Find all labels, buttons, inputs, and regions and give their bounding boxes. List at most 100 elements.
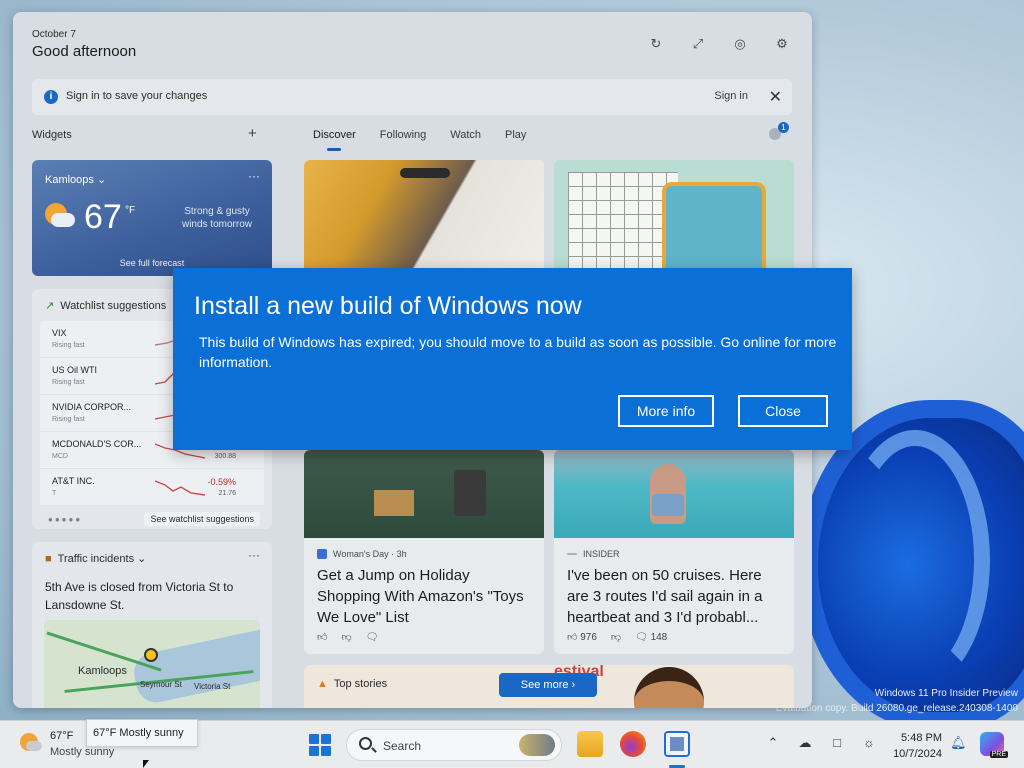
profile-button[interactable]: 1 (765, 122, 789, 144)
evaluation-watermark: Windows 11 Pro Insider Preview Evaluatio… (776, 686, 1018, 716)
like-icon[interactable]: 👍︎ (317, 631, 327, 643)
more-icon[interactable]: ··· (248, 169, 260, 183)
firefox-icon[interactable] (620, 731, 646, 757)
weather-forecast-link[interactable]: See full forecast (32, 258, 272, 268)
dialog-title: Install a new build of Windows now (194, 292, 582, 320)
traffic-widget: ■ Traffic incidents ⌄ ··· 5th Ave is clos… (32, 542, 272, 708)
watchlist-link[interactable]: See watchlist suggestions (144, 512, 260, 526)
publisher-logo-icon (567, 553, 577, 555)
clock[interactable]: 5:48 PM 10/7/2024 (880, 730, 942, 762)
expand-icon[interactable]: ⤢ (690, 36, 706, 52)
cloud-offline-icon[interactable]: ☁ (796, 735, 814, 751)
incident-pin-icon[interactable] (144, 648, 158, 662)
gear-icon[interactable]: ⚙ (774, 36, 790, 52)
pager-dots[interactable]: ●●●●● (48, 515, 82, 524)
more-info-button[interactable]: More info (618, 395, 714, 427)
weather-unit: °F (125, 205, 136, 216)
traffic-title: ■ Traffic incidents ⌄ (45, 553, 147, 565)
pin-icon[interactable]: ◎ (732, 36, 748, 52)
stock-name: NVIDIA CORPOR... (52, 402, 132, 412)
news-card[interactable]: INSIDER I've been on 50 cruises. Here ar… (554, 450, 794, 654)
preview-badge: PRE (989, 751, 1008, 758)
taskbar-weather-condition[interactable]: Mostly sunny (50, 746, 114, 758)
tab-watch[interactable]: Watch (450, 129, 481, 141)
close-icon[interactable]: ✕ (769, 87, 782, 107)
map-label-city: Kamloops (78, 665, 127, 677)
chevron-up-icon[interactable]: ⌃ (764, 735, 782, 751)
signin-banner: i Sign in to save your changes Sign in ✕ (32, 79, 792, 115)
weather-icon[interactable] (20, 733, 42, 755)
dislike-icon[interactable]: 👎︎ (611, 631, 621, 643)
watchlist-title: ↗ Watchlist suggestions (45, 299, 167, 313)
card-reactions: 👍︎ 👎︎ 🗨︎ (317, 631, 379, 644)
search-box[interactable]: Search (346, 729, 562, 761)
traffic-map[interactable]: Kamloops Seymour St Victoria St (44, 620, 260, 708)
table-row[interactable]: AT&T INC. T -0.59% 21.76 (40, 469, 264, 506)
top-stories-bar: ▲Top stories estival See more › (304, 665, 794, 708)
comment-icon[interactable]: 🗨︎ 148 (635, 632, 667, 643)
stock-price: 21.76 (218, 490, 236, 497)
partly-sunny-icon (45, 203, 75, 233)
stock-sub: MCD (52, 453, 68, 460)
bell-icon[interactable]: 🔔︎ (950, 735, 967, 751)
stock-price: 300.88 (214, 453, 236, 460)
stock-sub: Rising fast (52, 379, 85, 386)
stock-sub: Rising fast (52, 342, 85, 349)
comment-icon[interactable]: 🗨︎ (366, 632, 379, 643)
see-more-button[interactable]: See more › (499, 673, 597, 697)
feed-tabs: Discover Following Watch Play (313, 129, 526, 151)
top-stories-label: ▲ Top stories (317, 678, 388, 690)
dislike-icon[interactable]: 👎︎ (341, 631, 351, 643)
watermark-line1: Windows 11 Pro Insider Preview (874, 688, 1018, 699)
file-explorer-icon[interactable] (577, 731, 603, 757)
stock-change: -0.59% (207, 477, 236, 487)
publisher-logo-icon (317, 549, 327, 559)
more-icon[interactable]: ··· (248, 548, 260, 562)
news-card[interactable] (304, 160, 544, 280)
weather-desc: Strong & gusty winds tomorrow (181, 206, 253, 230)
tab-play[interactable]: Play (505, 129, 526, 141)
close-button[interactable]: Close (738, 395, 828, 427)
news-card[interactable]: Woman's Day · 3h Get a Jump on Holiday S… (304, 450, 544, 654)
terminal-icon[interactable] (664, 731, 690, 757)
add-widget-icon[interactable]: + (248, 125, 257, 142)
board-greeting: Good afternoon (32, 43, 137, 60)
weather-widget[interactable]: Kamloops ⌄ ··· 67 °F Strong & gusty wind… (32, 160, 272, 276)
signin-link[interactable]: Sign in (714, 90, 748, 102)
stock-name: MCDONALD'S COR... (52, 439, 142, 449)
card-image (304, 450, 544, 538)
watermark-line2: Evaluation copy. Build 26080.ge_release.… (775, 703, 1018, 714)
clock-time: 5:48 PM (901, 732, 942, 744)
card-reactions: 👍︎ 976 👎︎ 🗨︎ 148 (567, 631, 667, 644)
card-image (554, 450, 794, 538)
weather-tooltip: 67°F Mostly sunny (86, 719, 198, 747)
wallpaper-bloom-highlight (840, 430, 990, 690)
trend-up-icon: ↗ (45, 300, 55, 312)
tab-discover[interactable]: Discover (313, 129, 356, 151)
weather-city[interactable]: Kamloops ⌄ (45, 173, 106, 186)
notification-badge: 1 (778, 122, 789, 133)
stock-name: US Oil WTI (52, 365, 97, 375)
tab-following[interactable]: Following (380, 129, 426, 141)
signin-banner-text: Sign in to save your changes (66, 90, 208, 102)
board-header-actions: ↻ ⤢ ◎ ⚙ (648, 36, 790, 52)
news-card[interactable] (554, 160, 794, 280)
map-label-street: Victoria St (194, 682, 231, 691)
copilot-icon[interactable]: PRE (980, 732, 1008, 758)
refresh-icon[interactable]: ↻ (648, 36, 664, 52)
start-button[interactable] (309, 734, 331, 756)
search-icon (359, 737, 372, 750)
taskbar-weather-temp[interactable]: 67°F (50, 730, 73, 742)
map-label-street: Seymour St (140, 680, 182, 689)
stock-sub: T (52, 490, 57, 497)
mouse-cursor-icon (143, 760, 149, 768)
search-highlight-image (519, 734, 555, 756)
like-icon[interactable]: 👍︎ 976 (567, 631, 597, 643)
system-tray: ⌃ ☁ □ ☼ (764, 735, 878, 751)
accessibility-icon[interactable]: ☼ (860, 735, 878, 751)
card-headline[interactable]: I've been on 50 cruises. Here are 3 rout… (567, 565, 785, 628)
info-icon: i (44, 90, 58, 104)
card-headline[interactable]: Get a Jump on Holiday Shopping With Amaz… (317, 565, 535, 628)
network-icon[interactable]: □ (828, 735, 846, 751)
traffic-desc: 5th Ave is closed from Victoria St to La… (45, 580, 234, 612)
